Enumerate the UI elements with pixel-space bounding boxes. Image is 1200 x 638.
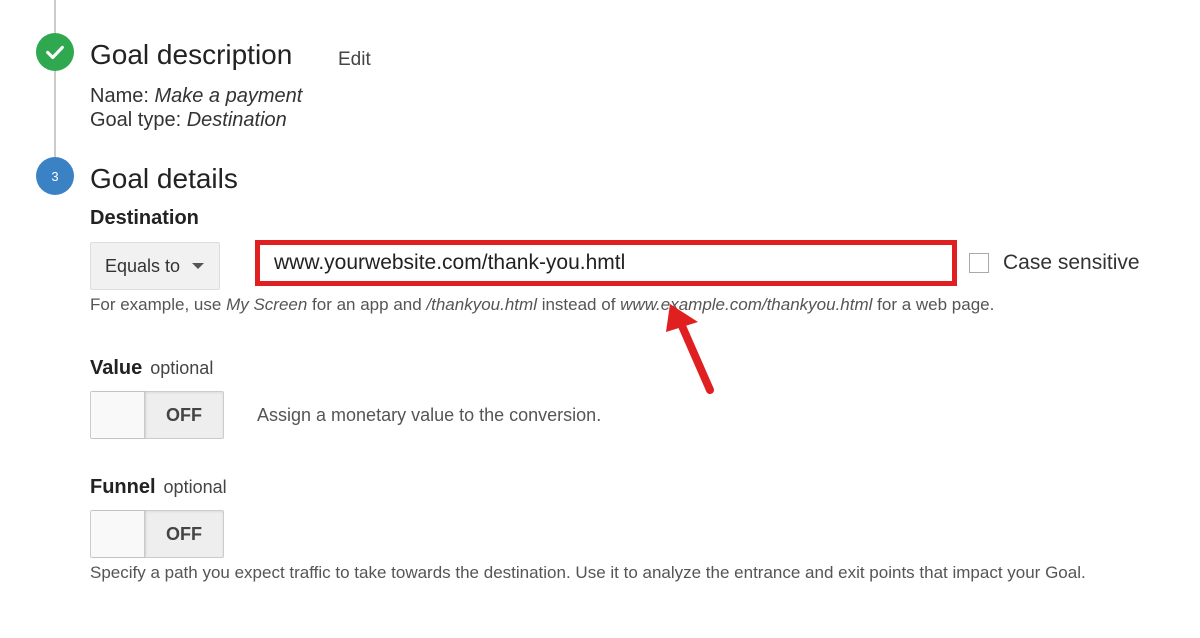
hint-text-2: for an app and	[307, 295, 427, 314]
hint-example-url: www.example.com/thankyou.html	[620, 295, 873, 314]
hint-text-3: instead of	[536, 295, 621, 314]
destination-hint: For example, use My Screen for an app an…	[90, 295, 994, 315]
goal-name-label: Name:	[90, 85, 149, 107]
timeline-line-top	[54, 0, 56, 36]
value-toggle-state: OFF	[166, 404, 202, 425]
value-toggle[interactable]: OFF	[90, 391, 224, 439]
match-type-value: Equals to	[105, 255, 181, 276]
step-number-badge: 3	[36, 157, 74, 195]
goal-name-value: Make a payment	[154, 85, 303, 107]
funnel-toggle-state: OFF	[166, 523, 202, 544]
value-label: Value	[90, 357, 143, 379]
goal-details-heading: Goal details	[90, 163, 238, 194]
match-type-dropdown[interactable]: Equals to	[90, 242, 220, 290]
red-arrow-annotation	[666, 304, 714, 394]
destination-url-input[interactable]	[272, 250, 952, 276]
hint-text-4: for a web page.	[872, 295, 995, 314]
goal-name-line: Name: Make a payment	[90, 84, 302, 108]
value-description: Assign a monetary value to the conversio…	[257, 405, 602, 425]
funnel-section-label: Funnel optional	[90, 476, 227, 499]
goal-type-value: Destination	[186, 109, 287, 131]
edit-link[interactable]: Edit	[338, 49, 371, 71]
funnel-toggle[interactable]: OFF	[90, 510, 224, 558]
funnel-toggle-knob	[91, 511, 145, 557]
chevron-down-icon	[192, 263, 205, 269]
goal-description-heading: Goal description	[90, 39, 293, 70]
checkmark-icon	[46, 45, 64, 60]
hint-example-path: /thankyou.html	[426, 295, 537, 314]
timeline-line-middle	[54, 70, 56, 160]
goal-type-label: Goal type:	[90, 109, 182, 131]
funnel-label: Funnel	[90, 476, 156, 498]
value-section-label: Value optional	[90, 357, 213, 380]
hint-text-1: For example, use	[90, 295, 227, 314]
goal-type-line: Goal type: Destination	[90, 108, 287, 132]
hint-example-app: My Screen	[226, 295, 308, 314]
destination-label: Destination	[90, 207, 199, 229]
step-complete-indicator	[36, 33, 74, 71]
funnel-description: Specify a path you expect traffic to tak…	[90, 563, 1086, 582]
funnel-optional-tag: optional	[163, 477, 227, 497]
case-sensitive-checkbox[interactable]	[969, 253, 989, 273]
case-sensitive-label: Case sensitive	[1003, 251, 1140, 274]
value-optional-tag: optional	[150, 358, 214, 378]
destination-url-field[interactable]	[255, 240, 957, 286]
value-toggle-knob	[91, 392, 145, 438]
